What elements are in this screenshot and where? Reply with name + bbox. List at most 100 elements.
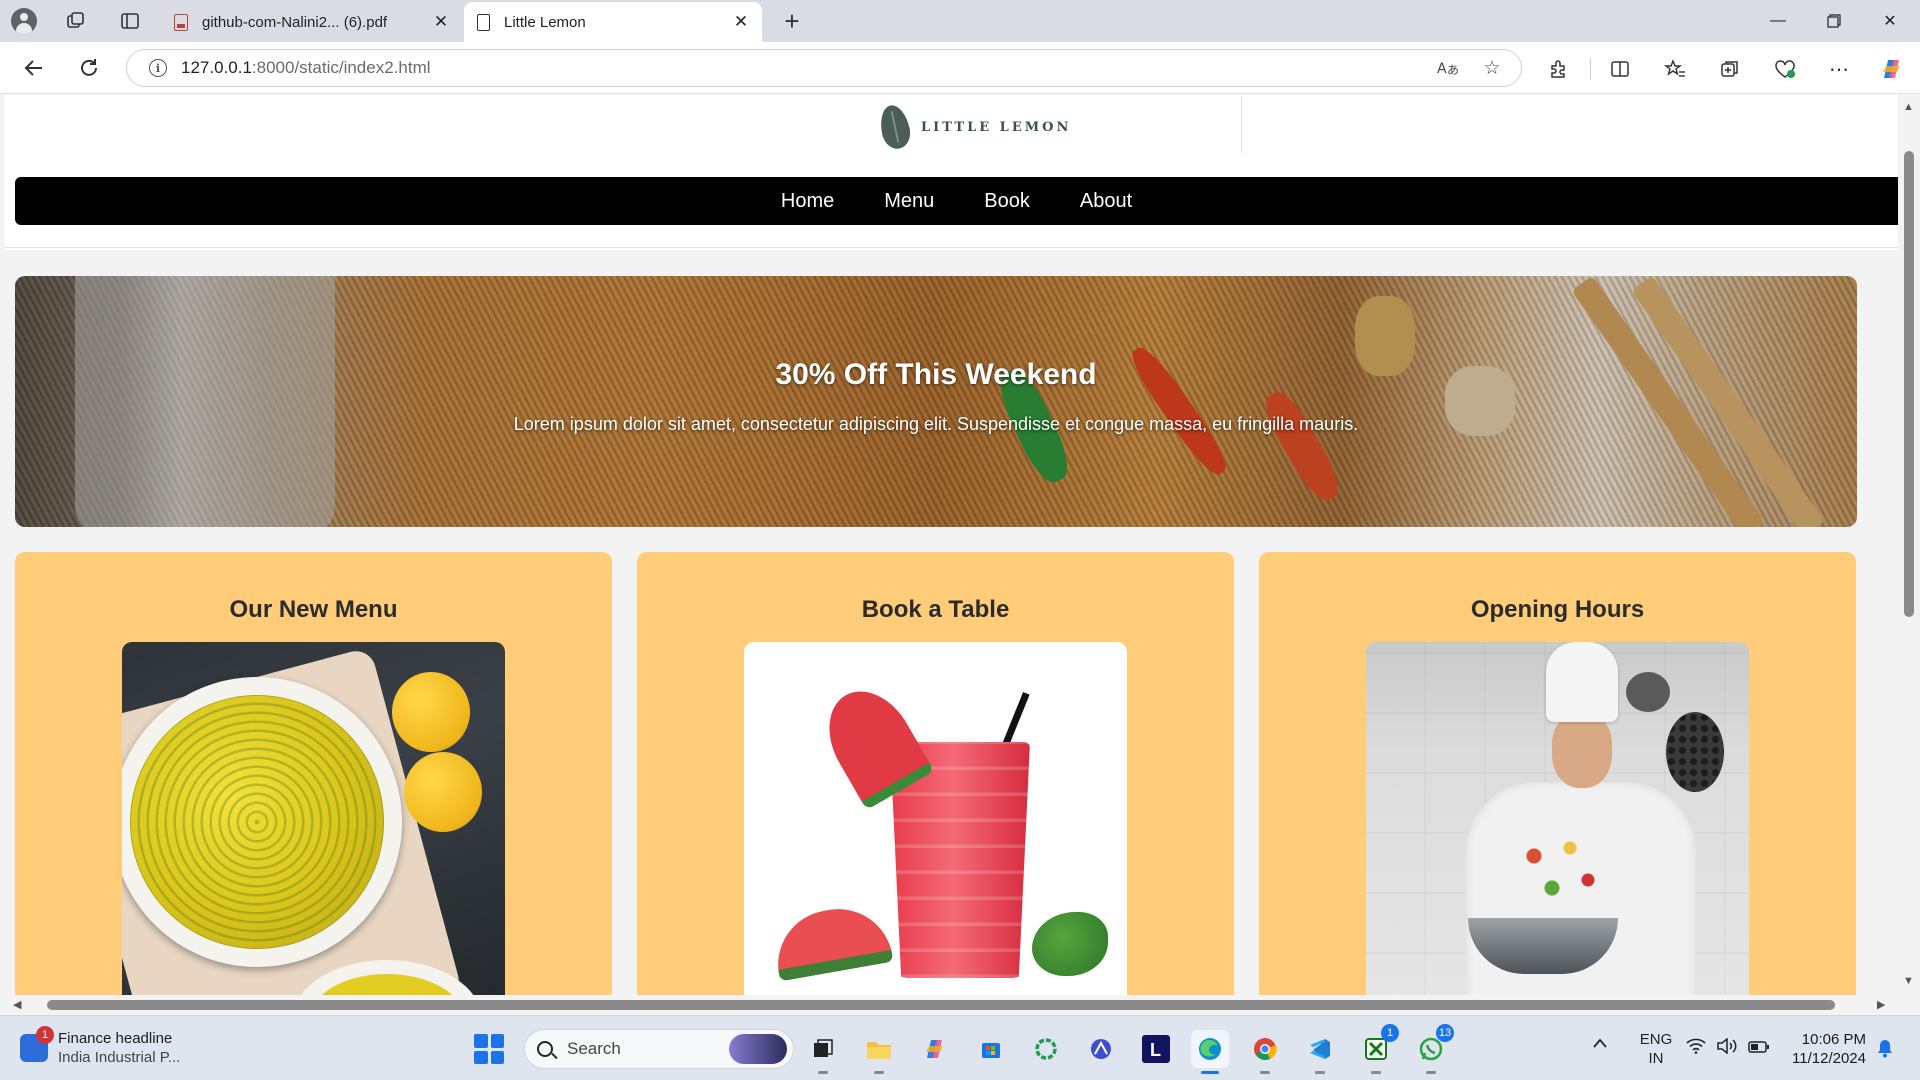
site-info-icon[interactable]: i: [149, 59, 167, 77]
region-code: IN: [1648, 1050, 1664, 1067]
news-widget[interactable]: 1 Finance headline India Industrial P...: [20, 1026, 181, 1066]
copilot-app-icon[interactable]: [916, 1030, 954, 1068]
svg-text:L: L: [1150, 1040, 1161, 1060]
pdf-icon: [172, 13, 190, 31]
news-subtext: India Industrial P...: [58, 1049, 181, 1066]
watermelon-drink-image: [744, 642, 1127, 995]
profile-icon[interactable]: [8, 5, 40, 37]
l-app-icon[interactable]: L: [1137, 1030, 1175, 1068]
whatsapp-icon[interactable]: 13: [1412, 1024, 1454, 1074]
notification-bell-icon[interactable]: [1876, 1038, 1894, 1062]
file-explorer-icon[interactable]: [860, 1030, 898, 1074]
scroll-right-icon[interactable]: ▶: [1877, 998, 1885, 1011]
svg-text:あ: あ: [1447, 63, 1459, 77]
xbox-badge: 1: [1381, 1024, 1399, 1042]
microsoft-store-icon[interactable]: [972, 1030, 1010, 1068]
card-title: Our New Menu: [229, 596, 398, 623]
taskbar-search[interactable]: Search: [524, 1029, 794, 1069]
news-badge: 1: [36, 1026, 54, 1044]
system-clock[interactable]: 10:06 PM 11/12/2024: [1780, 1030, 1866, 1068]
horizontal-scrollbar[interactable]: ◀ ▶: [5, 995, 1898, 1015]
site-logo[interactable]: LITTLE LEMON: [876, 102, 1072, 152]
split-screen-icon[interactable]: [1603, 52, 1637, 86]
header-divider: [1241, 95, 1242, 153]
battery-icon[interactable]: [1748, 1040, 1770, 1057]
task-view-icon[interactable]: [804, 1030, 842, 1074]
restore-button[interactable]: [1806, 0, 1862, 42]
settings-more-icon[interactable]: ⋯: [1822, 52, 1856, 86]
url-bar[interactable]: i 127.0.0.1:8000/static/index2.html Aあ ☆: [126, 49, 1522, 87]
vertical-scrollbar[interactable]: ▲ ▼: [1898, 95, 1920, 995]
scroll-down-icon[interactable]: ▼: [1903, 975, 1914, 987]
tab-actions-icon[interactable]: [114, 5, 146, 37]
edge-browser-icon[interactable]: [1191, 1030, 1229, 1074]
tab-little-lemon[interactable]: Little Lemon ✕: [464, 2, 762, 42]
card-title: Book a Table: [861, 596, 1010, 623]
card-book-table: Book a Table: [637, 552, 1234, 995]
volume-icon[interactable]: [1716, 1037, 1738, 1058]
search-highlight-icon: [729, 1034, 787, 1064]
close-tab-icon[interactable]: ✕: [730, 11, 752, 33]
promo-banner: 30% Off This Weekend Lorem ipsum dolor s…: [15, 276, 1857, 527]
nav-book[interactable]: Book: [984, 190, 1030, 213]
promo-text: Lorem ipsum dolor sit amet, consectetur …: [513, 414, 1359, 434]
scroll-thumb[interactable]: [1904, 151, 1914, 617]
language-indicator[interactable]: ENG IN: [1636, 1030, 1676, 1068]
close-tab-icon[interactable]: ✕: [430, 11, 452, 33]
page-icon: [474, 13, 492, 31]
windows-taskbar: 1 Finance headline India Industrial P...…: [0, 1015, 1920, 1080]
search-placeholder: Search: [567, 1039, 621, 1058]
svg-text:A: A: [1437, 61, 1447, 77]
tab-title: Little Lemon: [504, 13, 586, 31]
tab-title: github-com-Nalini2... (6).pdf: [202, 13, 388, 31]
scroll-left-icon[interactable]: ◀: [13, 998, 21, 1011]
nav-menu[interactable]: Menu: [884, 190, 934, 213]
vscode-icon[interactable]: [1301, 1030, 1339, 1074]
scroll-thumb[interactable]: [47, 1000, 1835, 1010]
promo-title: 30% Off This Weekend: [775, 358, 1097, 391]
logo-text: LITTLE LEMON: [921, 119, 1072, 135]
new-tab-button[interactable]: +: [776, 5, 808, 37]
card-title: Opening Hours: [1470, 596, 1645, 623]
arc-app-icon[interactable]: [1082, 1030, 1120, 1068]
address-toolbar: i 127.0.0.1:8000/static/index2.html Aあ ☆…: [0, 42, 1920, 94]
lemon-leaf-icon: [876, 102, 914, 152]
clock-time: 10:06 PM: [1801, 1031, 1866, 1048]
minimize-button[interactable]: —: [1750, 0, 1806, 42]
header-separator: [5, 247, 1898, 248]
show-hidden-icons[interactable]: [1592, 1036, 1608, 1053]
news-headline: Finance headline: [58, 1030, 173, 1047]
whatsapp-badge: 13: [1436, 1024, 1454, 1042]
green-circle-app-icon[interactable]: [1027, 1030, 1065, 1068]
chef-image: [1366, 642, 1749, 995]
toolbar-divider: [1590, 58, 1591, 80]
windows-start-icon[interactable]: [474, 1034, 504, 1064]
search-icon: [537, 1041, 553, 1057]
clock-date: 11/12/2024: [1792, 1050, 1866, 1067]
promo-content: 30% Off This Weekend Lorem ipsum dolor s…: [15, 276, 1857, 527]
favorites-icon[interactable]: [1658, 52, 1692, 86]
url-text[interactable]: 127.0.0.1:8000/static/index2.html: [181, 58, 1433, 78]
collections-icon[interactable]: [1713, 52, 1747, 86]
language-code: ENG: [1639, 1031, 1673, 1048]
rice-bowl-image: [122, 642, 505, 995]
reload-icon[interactable]: [73, 52, 105, 84]
main-nav: Home Menu Book About: [15, 177, 1898, 225]
workspaces-icon[interactable]: [60, 5, 92, 37]
nav-home[interactable]: Home: [781, 190, 834, 213]
scroll-up-icon[interactable]: ▲: [1903, 101, 1914, 113]
xbox-icon[interactable]: 1: [1357, 1024, 1399, 1074]
extensions-icon[interactable]: [1541, 52, 1575, 86]
news-icon: 1: [20, 1026, 54, 1062]
close-window-button[interactable]: ✕: [1862, 0, 1918, 42]
favorite-star-icon[interactable]: ☆: [1477, 53, 1507, 83]
nav-about[interactable]: About: [1080, 190, 1132, 213]
back-icon[interactable]: [18, 52, 50, 84]
browser-essentials-icon[interactable]: [1768, 52, 1802, 86]
wifi-icon[interactable]: [1686, 1038, 1706, 1058]
card-new-menu: Our New Menu: [15, 552, 612, 995]
tab-pdf[interactable]: github-com-Nalini2... (6).pdf ✕: [162, 2, 462, 42]
copilot-icon[interactable]: [1875, 52, 1909, 86]
chrome-icon[interactable]: [1246, 1030, 1284, 1074]
read-aloud-icon[interactable]: Aあ: [1433, 53, 1463, 83]
